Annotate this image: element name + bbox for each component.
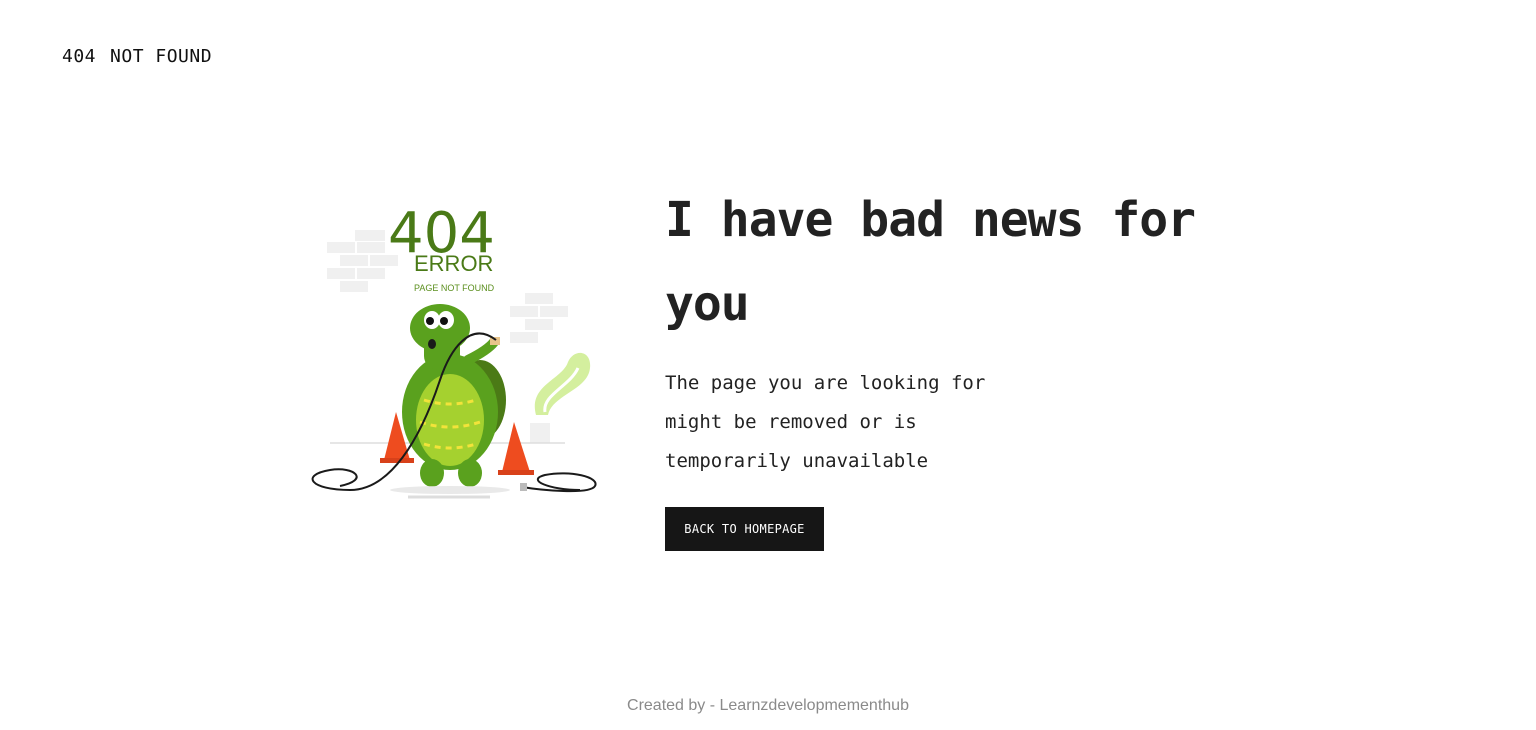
- error-status: NOT FOUND: [110, 46, 213, 67]
- footer-credit: Created by - Learnzdevelopmementhub: [627, 697, 909, 714]
- illustration-error-word: ERROR: [414, 251, 493, 276]
- back-to-homepage-button[interactable]: BACK TO HOMEPAGE: [665, 507, 824, 551]
- page-headline: I have bad news for you: [665, 192, 1196, 332]
- error-code: 404: [62, 46, 97, 67]
- turtle-icon: [390, 304, 510, 494]
- error-illustration: 404 ERROR PAGE NOT FOUND: [300, 190, 600, 510]
- error-message: The page you are looking for might be re…: [665, 372, 986, 472]
- illustration-sub-label: PAGE NOT FOUND: [414, 283, 495, 293]
- page-status-label: 404 NOT FOUND: [62, 46, 212, 67]
